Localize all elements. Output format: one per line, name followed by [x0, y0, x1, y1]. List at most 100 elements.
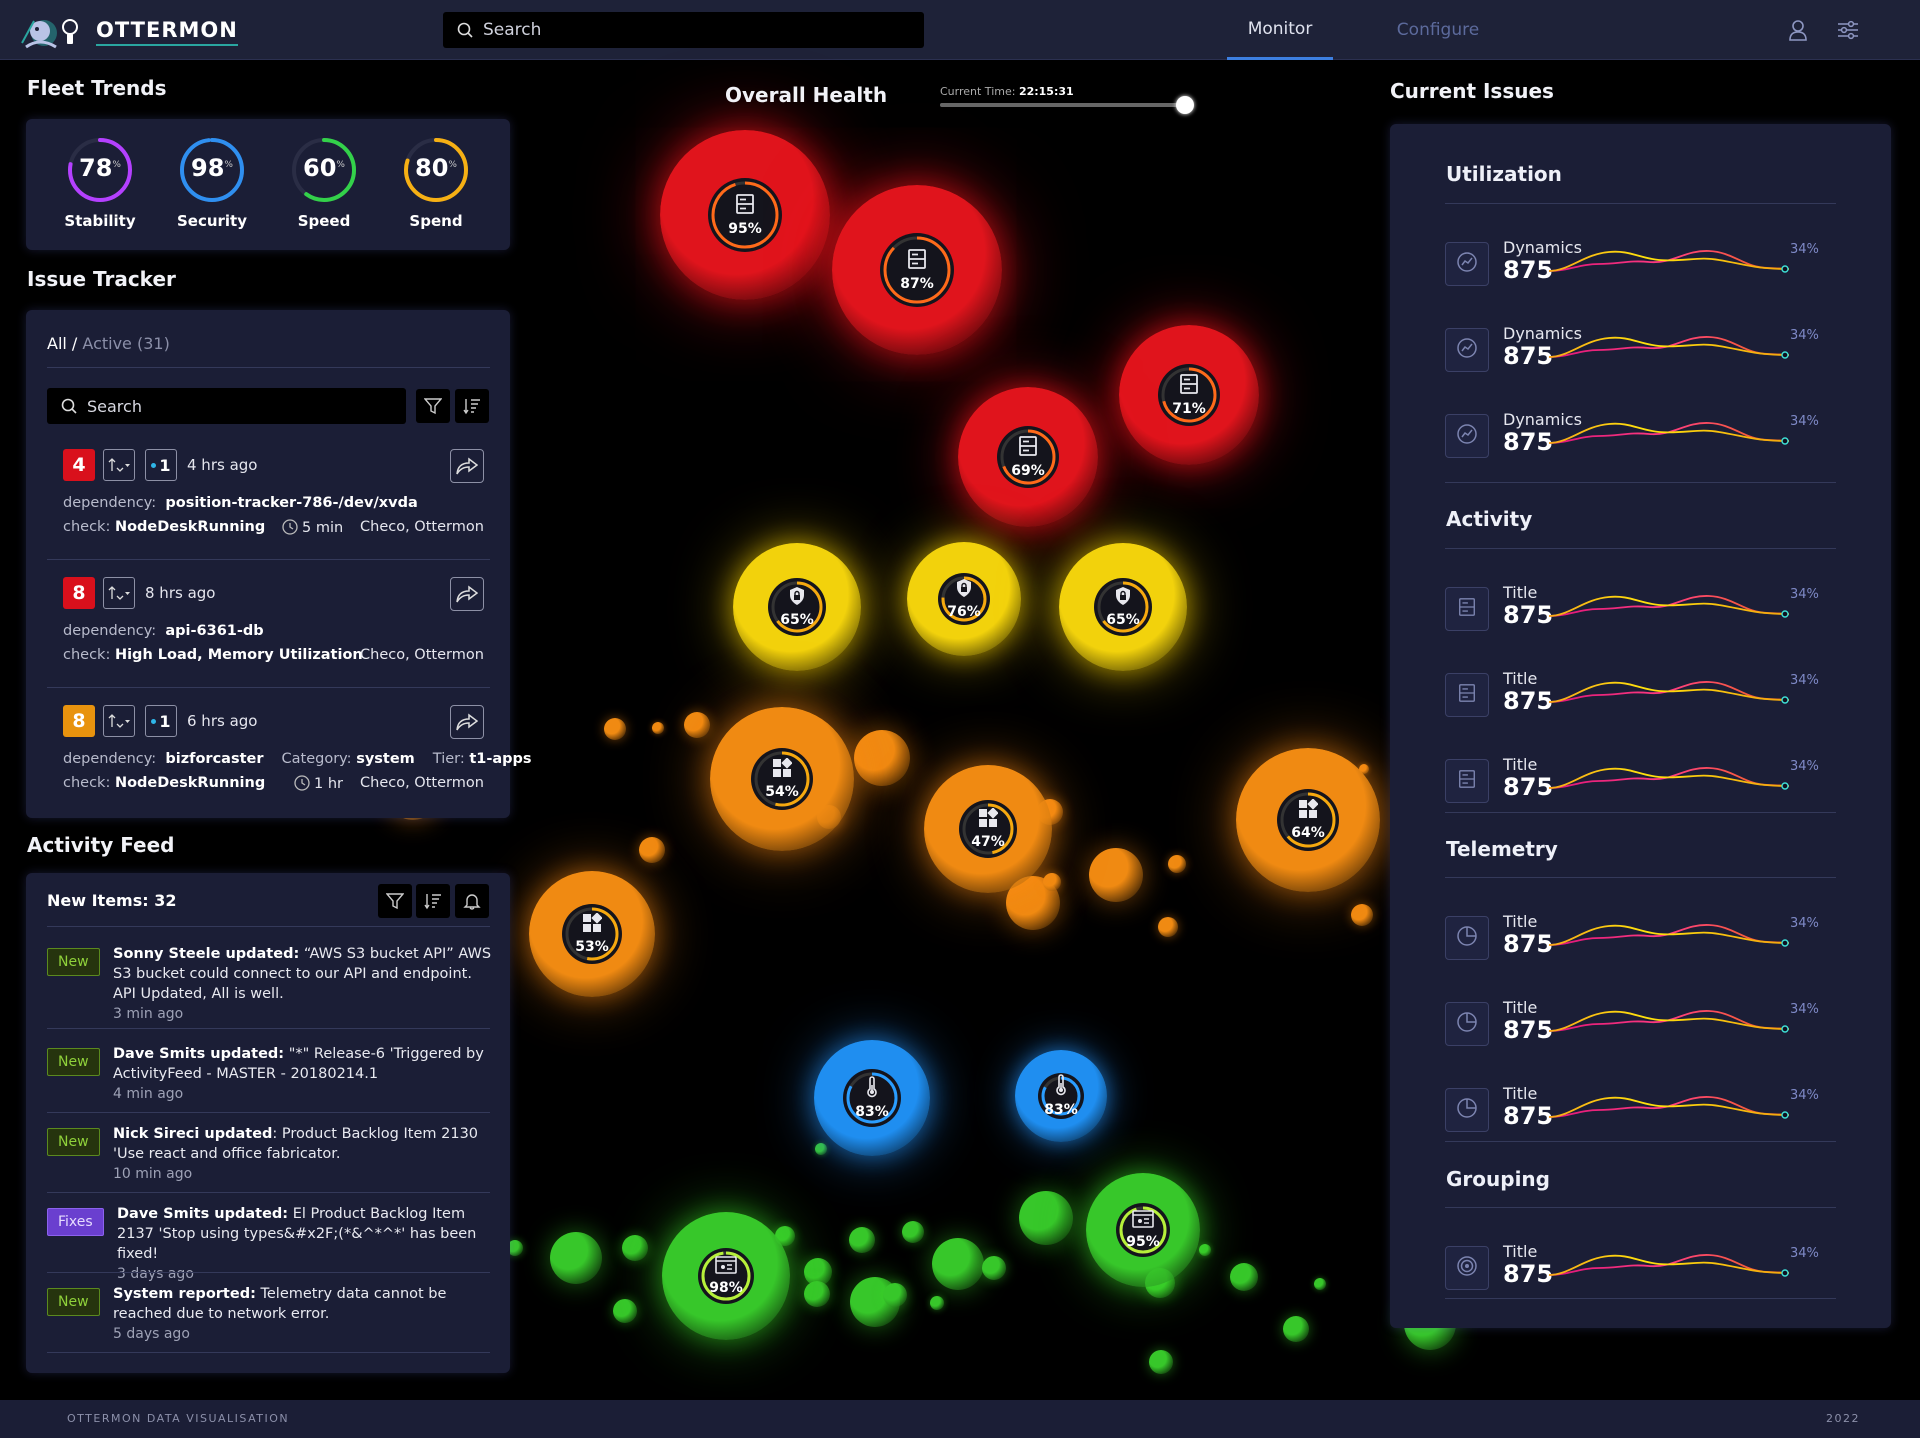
feed-sort-button[interactable] [416, 884, 450, 918]
dependency-label: dependency: [63, 623, 157, 639]
clock-icon [294, 775, 310, 791]
gauge-value: 98% [176, 154, 248, 182]
health-node-yellow[interactable]: 65% [1059, 543, 1187, 671]
share-button[interactable] [450, 449, 484, 483]
gauge-label: Spend [409, 212, 463, 230]
time-slider-thumb[interactable] [1176, 96, 1194, 114]
trend-icon [1456, 423, 1478, 449]
health-node-red[interactable]: 69% [958, 387, 1098, 527]
filter-active[interactable]: Active (31) [82, 334, 169, 353]
health-particle [550, 1232, 602, 1284]
sort-direction-icon [108, 586, 130, 600]
health-node-blue[interactable]: 83% [1015, 1050, 1107, 1142]
share-button[interactable] [450, 705, 484, 739]
sort-direction-button[interactable] [103, 705, 135, 737]
issue-search-input[interactable]: Search [47, 388, 406, 424]
dependency-label: dependency: [63, 751, 157, 767]
issue-filter-button[interactable] [416, 389, 450, 423]
settings-button[interactable] [1834, 16, 1862, 44]
health-particle [982, 1256, 1006, 1280]
duration-value: 1 hr [314, 776, 343, 792]
issue-card[interactable]: 8 8 hrs ago dependency: api-6361-db check: … [47, 577, 497, 687]
issue-metric-row[interactable]: Title 875 34% [1445, 906, 1823, 966]
tier-value: t1-apps [469, 751, 532, 767]
filter-separator: / [66, 334, 83, 353]
divider [47, 926, 490, 927]
filter-icon [424, 398, 442, 415]
health-node-red[interactable]: 95% [660, 130, 830, 300]
share-button[interactable] [450, 577, 484, 611]
time-slider-track[interactable] [940, 96, 1194, 114]
divider [47, 1352, 490, 1353]
divider [47, 687, 490, 688]
sliders-icon [1838, 20, 1858, 40]
feed-text: Sonny Steele updated: “AWS S3 bucket API… [113, 944, 493, 1024]
count-dot [151, 462, 157, 468]
issue-metric-row[interactable]: Title 875 34% [1445, 577, 1823, 637]
health-node-yellow[interactable]: 76% [907, 542, 1021, 656]
check-value: NodeDeskRunning [114, 519, 266, 535]
server-icon [1017, 435, 1039, 461]
health-node-percent: 47% [971, 834, 1005, 850]
issue-check-line: check: NodeDeskRunning [63, 775, 265, 791]
health-node-core: 71% [1158, 364, 1220, 426]
tab-monitor[interactable]: Monitor [1227, 0, 1333, 60]
health-node-red[interactable]: 87% [832, 185, 1002, 355]
filter-all[interactable]: All [47, 334, 67, 353]
browser-icon [1132, 1210, 1154, 1232]
metric-icon-box [1445, 414, 1489, 458]
logo[interactable]: OTTERMON [20, 12, 238, 52]
metric-sparkline [1548, 918, 1790, 952]
issue-metric-row[interactable]: Title 875 34% [1445, 663, 1823, 723]
health-node-green[interactable]: 95% [1086, 1173, 1200, 1287]
health-node-blue[interactable]: 83% [814, 1040, 930, 1156]
health-node-orange[interactable]: 53% [529, 871, 655, 997]
sort-direction-button[interactable] [103, 449, 135, 481]
sparkline [1548, 1096, 1790, 1119]
sort-icon [463, 399, 480, 415]
health-node-core: 53% [562, 904, 622, 964]
issue-card[interactable]: 8 1 6 hrs ago dependency: bizforcaster Categ… [47, 705, 532, 815]
feed-filter-button[interactable] [378, 884, 412, 918]
metric-sparkline [1548, 675, 1790, 709]
health-particle [622, 1235, 648, 1261]
check-value: NodeDeskRunning [114, 775, 266, 791]
feed-time: 5 days ago [113, 1326, 190, 1342]
sort-direction-button[interactable] [103, 577, 135, 609]
tab-configure[interactable]: Configure [1385, 0, 1491, 60]
count-button[interactable]: 1 [145, 449, 177, 481]
issue-metric-row[interactable]: Dynamics 875 34% [1445, 318, 1823, 378]
issue-metric-row[interactable]: Title 875 34% [1445, 992, 1823, 1052]
health-node-red[interactable]: 71% [1119, 325, 1259, 465]
health-node-percent: 71% [1172, 401, 1206, 417]
health-node-green[interactable]: 98% [662, 1212, 790, 1340]
issue-card[interactable]: 4 1 4 hrs ago dependency: position-tracker-… [47, 449, 497, 559]
issue-metric-row[interactable]: Dynamics 875 34% [1445, 232, 1823, 292]
gauge-label: Stability [64, 212, 136, 230]
issue-sort-button[interactable] [455, 389, 489, 423]
divider [1445, 548, 1836, 549]
thermometer-icon [864, 1076, 880, 1102]
feed-item[interactable]: New Nick Sireci updated: Product Backlog … [47, 1122, 497, 1192]
health-node-yellow[interactable]: 65% [733, 543, 861, 671]
health-node-orange[interactable]: 64% [1236, 748, 1380, 892]
issue-metric-row[interactable]: Dynamics 875 34% [1445, 404, 1823, 464]
feed-item[interactable]: New Sonny Steele updated: “AWS S3 bucket … [47, 942, 497, 1032]
pie-icon [1456, 1097, 1478, 1123]
feed-notifications-button[interactable] [455, 884, 489, 918]
health-node-orange[interactable]: 54% [710, 707, 854, 851]
feed-item[interactable]: Fixes Dave Smits updated: El Product Back… [47, 1202, 497, 1282]
issue-metric-row[interactable]: Title 875 34% [1445, 749, 1823, 809]
feed-item[interactable]: New System reported: Telemetry data canno… [47, 1282, 497, 1352]
count-button[interactable]: 1 [145, 705, 177, 737]
issue-search-placeholder: Search [87, 396, 142, 416]
issue-metric-row[interactable]: Title 875 34% [1445, 1236, 1823, 1296]
feed-item[interactable]: New Dave Smits updated: "*" Release-6 'Tr… [47, 1042, 497, 1112]
issue-metric-row[interactable]: Title 875 34% [1445, 1078, 1823, 1138]
divider [1445, 877, 1836, 878]
user-button[interactable] [1784, 16, 1812, 44]
metric-icon-box [1445, 242, 1489, 286]
global-search-input[interactable]: Search [443, 12, 924, 48]
sort-icon [424, 894, 441, 910]
health-node-orange[interactable]: 47% [924, 765, 1052, 893]
